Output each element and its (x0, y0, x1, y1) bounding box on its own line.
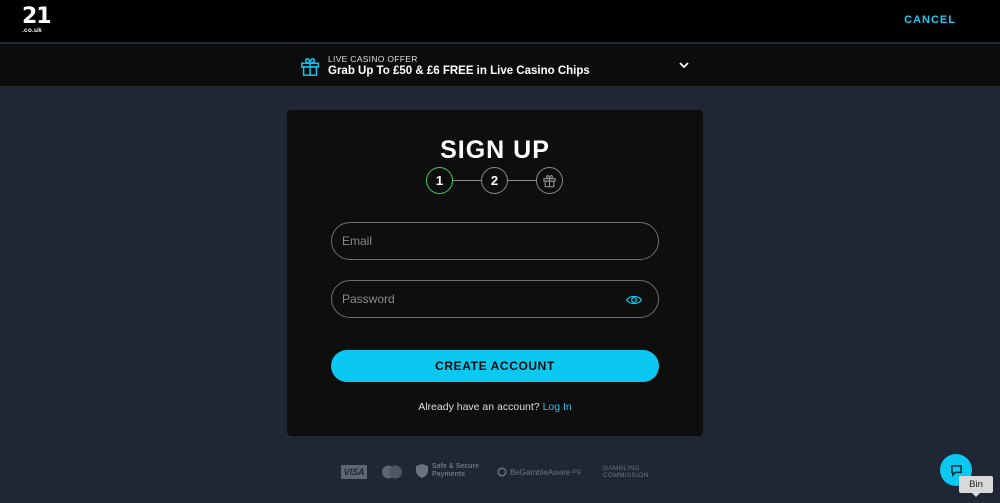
step-connector (508, 180, 536, 181)
page-title: SIGN UP (440, 136, 550, 164)
gift-icon (543, 175, 556, 188)
gambling-commission-logo[interactable]: GAMBLING COMMISSION (603, 465, 649, 479)
begambleaware-icon (497, 467, 507, 477)
step-1-indicator: 1 (426, 167, 453, 194)
chat-tooltip: Bin (959, 476, 993, 497)
offer-label: LIVE CASINO OFFER (328, 54, 418, 64)
step-3-indicator (536, 167, 563, 194)
create-account-button[interactable]: CREATE ACCOUNT (331, 350, 659, 382)
step-connector (453, 180, 481, 181)
top-bar: 21 .co.uk CANCEL (0, 0, 1000, 42)
logo-number: 21 (22, 4, 52, 29)
password-field-wrapper (331, 280, 659, 318)
safe-payments-badge: Safe & Secure Payments (416, 463, 479, 479)
gift-icon (301, 58, 319, 76)
email-field-wrapper (331, 222, 659, 260)
offer-banner[interactable]: LIVE CASINO OFFER Grab Up To £50 & £6 FR… (0, 43, 1000, 87)
show-password-icon[interactable] (626, 293, 642, 307)
site-logo[interactable]: 21 .co.uk (22, 4, 52, 36)
password-field[interactable] (332, 281, 658, 317)
login-prompt: Already have an account? Log In (287, 401, 703, 413)
begambleaware-text: BeGambleAware (510, 467, 571, 477)
offer-text: Grab Up To £50 & £6 FREE in Live Casino … (328, 65, 590, 77)
begambleaware-suffix: .org (570, 469, 581, 475)
safe-line-1: Safe & Secure (432, 463, 480, 470)
chevron-down-icon[interactable] (678, 60, 690, 70)
mastercard-logo (382, 465, 402, 479)
visa-logo: VISA (341, 465, 367, 479)
chat-icon (950, 464, 962, 477)
safe-line-2: Payments (432, 471, 466, 478)
step-2-indicator: 2 (481, 167, 508, 194)
login-prompt-text: Already have an account? (418, 401, 540, 413)
signup-card: SIGN UP 1 2 CREATE ACCOUNT Already have … (287, 110, 703, 436)
shield-icon (416, 464, 428, 478)
email-field[interactable] (332, 223, 658, 259)
cancel-button[interactable]: CANCEL (904, 14, 956, 26)
gc-line-1: GAMBLING (603, 465, 640, 472)
begambleaware-logo[interactable]: BeGambleAware .org (497, 467, 581, 477)
login-link[interactable]: Log In (543, 401, 572, 413)
gc-line-2: COMMISSION (603, 472, 649, 479)
